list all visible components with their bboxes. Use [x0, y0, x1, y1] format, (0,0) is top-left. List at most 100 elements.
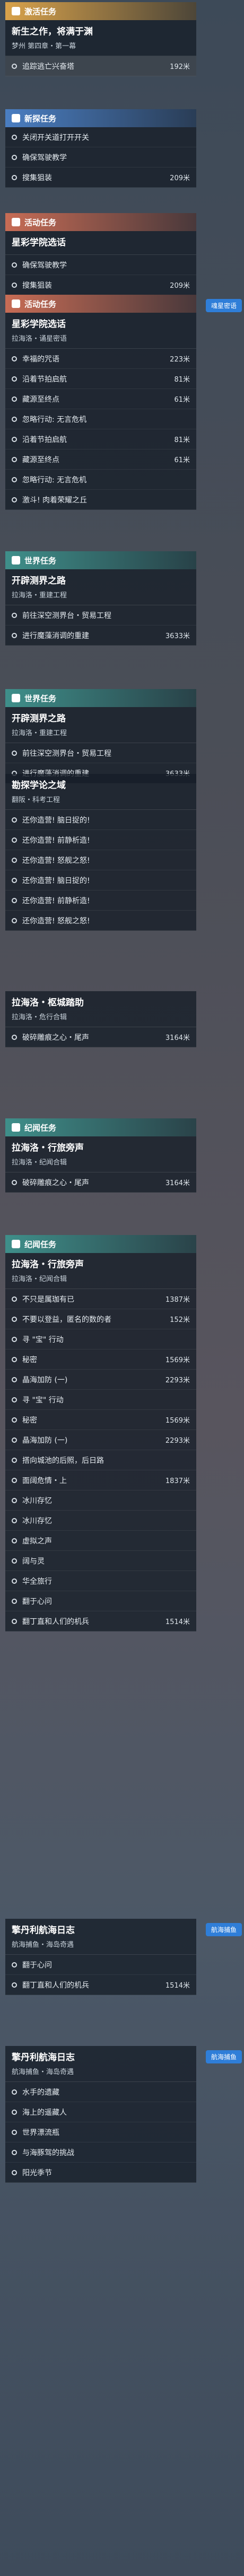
quest-subtitle: 拉海洛・纪闻合辑	[12, 1159, 67, 1167]
quest-step-row[interactable]: 寻 "宝" 行动	[5, 1390, 196, 1410]
quest-title-block[interactable]: 勘探学论之域 翻阪・科考工程	[5, 774, 196, 810]
quest-step-row[interactable]: 冰川存忆	[5, 1490, 196, 1511]
quest-step-row[interactable]: 阳光季节	[5, 2163, 196, 2183]
quest-title: 拉海洛・行旅旁声	[12, 1259, 84, 1270]
step-circle-icon	[12, 750, 17, 756]
section-header[interactable]: 活动任务	[5, 295, 196, 313]
quest-step-row[interactable]: 搜集狙装 209米	[5, 167, 196, 188]
section-header-label: 纪闻任务	[24, 1123, 57, 1133]
quest-step-row[interactable]: 藏源至终点 61米	[5, 449, 196, 470]
quest-title-block[interactable]: 擎丹利航海日志 航海捕鱼・海岛奇遇	[5, 2046, 196, 2082]
quest-step-row[interactable]: 还你造营! 前静析造!	[5, 830, 196, 850]
quest-tag-badge[interactable]: 航海捕鱼	[205, 2050, 242, 2063]
quest-step-row[interactable]: 沿着节拍启航 81米	[5, 369, 196, 389]
quest-step-row[interactable]: 秘密 1569米	[5, 1349, 196, 1370]
quest-type-icon	[12, 299, 20, 308]
quest-step-row[interactable]: 追踪逃亡兴奋塔 192米	[5, 56, 196, 76]
quest-step-row[interactable]: 前往深空测界台・贸易工程	[5, 743, 196, 763]
section-header[interactable]: 纪闻任务	[5, 1118, 196, 1136]
quest-step-row[interactable]: 不要以登益，匿名的数的者 152米	[5, 1309, 196, 1329]
quest-title-block[interactable]: 擎丹利航海日志 航海捕鱼・海岛奇遇	[5, 1919, 196, 1955]
step-label: 破碎雕痕之心・尾声	[22, 1178, 89, 1187]
quest-step-row[interactable]: 忽略行动: 无言危机	[5, 409, 196, 429]
step-circle-icon	[12, 282, 17, 288]
quest-title-block[interactable]: 新生之作，将满于渊 梦州 第四章・第一幕	[5, 20, 196, 56]
quest-step-row[interactable]: 忽略行动: 无言危机	[5, 470, 196, 490]
quest-step-row[interactable]: 还你造营! 脑日捉的!	[5, 870, 196, 890]
quest-title-block[interactable]: 星彩学院选话 拉海洛・诵星密语	[5, 313, 196, 349]
step-circle-icon	[12, 918, 17, 923]
step-circle-icon	[12, 436, 17, 442]
quest-step-row[interactable]: 虚拟之声	[5, 1531, 196, 1551]
quest-step-row[interactable]: 阔与灵	[5, 1551, 196, 1571]
quest-step-row[interactable]: 寻 "宝" 行动	[5, 1329, 196, 1349]
section-header[interactable]: 活动任务	[5, 213, 196, 231]
quest-step-row[interactable]: 翻丁直和人们的机兵 1514米	[5, 1611, 196, 1631]
quest-title: 星彩学院选话	[12, 319, 66, 330]
quest-title-block[interactable]: 拉海洛・行旅旁声 拉海洛・纪闻合辑	[5, 1136, 196, 1172]
quest-step-row[interactable]: 华全旅行	[5, 1571, 196, 1591]
quest-step-row[interactable]: 藏源至终点 61米	[5, 389, 196, 409]
quest-step-row[interactable]: 沿着节拍启航 81米	[5, 429, 196, 449]
quest-step-row[interactable]: 激斗! 肉着荣耀之丘	[5, 490, 196, 510]
quest-step-row[interactable]: 秘密 1569米	[5, 1410, 196, 1430]
quest-step-row[interactable]: 还你造营! 怒舰之怒!	[5, 911, 196, 931]
quest-step-row[interactable]: 与海豚驾的挑战	[5, 2142, 196, 2163]
quest-step-row[interactable]: 还你造营! 怒舰之怒!	[5, 850, 196, 870]
step-distance: 81米	[174, 436, 190, 444]
step-circle-icon	[12, 1982, 17, 1988]
quest-step-row[interactable]: 翻于心问	[5, 1955, 196, 1975]
step-circle-icon	[12, 1962, 17, 1968]
step-circle-icon	[12, 1417, 17, 1423]
quest-tag-badge[interactable]: 魂星密语	[205, 299, 242, 312]
step-circle-icon	[12, 2089, 17, 2095]
quest-title-block[interactable]: 开辟测界之路 拉海洛・重建工程	[5, 569, 196, 605]
step-label: 翻于心问	[22, 1961, 52, 1970]
step-distance: 223米	[170, 356, 190, 364]
section-header[interactable]: 纪闻任务	[5, 1235, 196, 1253]
step-label: 水手的遗藏	[22, 2088, 59, 2097]
step-circle-icon	[12, 1377, 17, 1382]
quest-step-row[interactable]: 还你造营! 脑日捉的!	[5, 810, 196, 830]
step-label: 晶海加防 (一)	[22, 1375, 68, 1384]
step-label: 搜集狙装	[22, 173, 52, 182]
quest-title-block[interactable]: 星彩学院选话	[5, 231, 196, 255]
quest-step-row[interactable]: 幸福的咒语 223米	[5, 349, 196, 369]
quest-title-block[interactable]: 开辟测界之路 拉海洛・重建工程	[5, 707, 196, 743]
step-circle-icon	[12, 2169, 17, 2175]
step-label: 搭向城池的后照，后日路	[22, 1456, 104, 1465]
quest-step-row[interactable]: 晶海加防 (一) 2293米	[5, 1430, 196, 1450]
quest-step-row[interactable]: 破碎雕痕之心・尾声 3164米	[5, 1027, 196, 1047]
step-circle-icon	[12, 1437, 17, 1443]
quest-step-row[interactable]: 不只是属珈有已 1387米	[5, 1289, 196, 1309]
section-header[interactable]: 激活任务	[5, 2, 196, 20]
step-label: 还你造营! 怒舰之怒!	[22, 916, 90, 925]
section-header[interactable]: 新探任务	[5, 109, 196, 127]
quest-step-row[interactable]: 海上的遥藏人	[5, 2102, 196, 2122]
section-header[interactable]: 世界任务	[5, 551, 196, 569]
step-label: 不只是属珈有已	[22, 1295, 74, 1304]
quest-step-row[interactable]: 进行魔藻消调的重建 3633米	[5, 625, 196, 646]
quest-step-row[interactable]: 翻丁直和人们的机兵 1514米	[5, 1975, 196, 1995]
quest-step-row[interactable]: 关闭开关道打开开关	[5, 127, 196, 147]
quest-step-row[interactable]: 翻于心问	[5, 1591, 196, 1611]
quest-title-block[interactable]: 拉海洛・行旅旁声 拉海洛・纪闻合辑	[5, 1253, 196, 1289]
quest-step-row[interactable]: 世界漂流瓶	[5, 2122, 196, 2142]
quest-step-row[interactable]: 晶海加防 (一) 2293米	[5, 1370, 196, 1390]
quest-step-row[interactable]: 确保驾驶教学	[5, 147, 196, 167]
quest-type-icon	[12, 556, 20, 564]
quest-step-row[interactable]: 前往深空测界台・贸易工程	[5, 605, 196, 625]
quest-title-block[interactable]: 拉海洛・枢城踏助 拉海洛・危行合辑	[5, 991, 196, 1027]
quest-step-row[interactable]: 搜集狙装 209米	[5, 275, 196, 295]
quest-step-row[interactable]: 确保驾驶教学	[5, 255, 196, 275]
step-label: 确保驾驶教学	[22, 153, 67, 162]
quest-panel: 勘探学论之域 翻阪・科考工程 还你造营! 脑日捉的! 还你造营! 前静析造! 还你造营!…	[5, 774, 196, 931]
quest-step-row[interactable]: 破碎雕痕之心・尾声 3164米	[5, 1172, 196, 1193]
section-header[interactable]: 世界任务	[5, 689, 196, 707]
quest-step-row[interactable]: 面阔危情・上 1837米	[5, 1470, 196, 1490]
quest-step-row[interactable]: 冰川存忆	[5, 1511, 196, 1531]
quest-step-row[interactable]: 还你造营! 前静析造!	[5, 890, 196, 911]
quest-step-row[interactable]: 水手的遗藏	[5, 2082, 196, 2102]
quest-step-row[interactable]: 搭向城池的后照，后日路	[5, 1450, 196, 1470]
quest-tag-badge[interactable]: 航海捕鱼	[205, 1923, 242, 1936]
